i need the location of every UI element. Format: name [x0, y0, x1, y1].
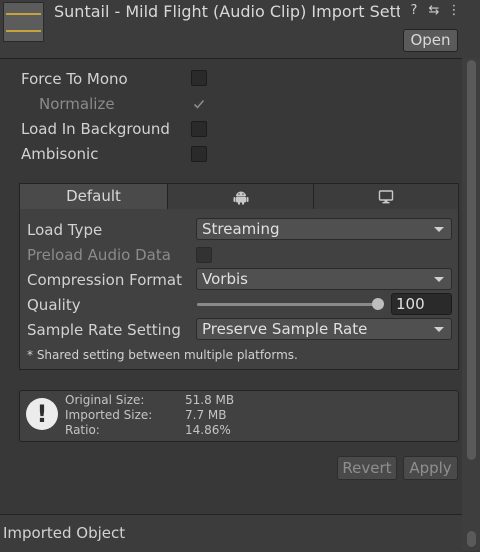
tab-android[interactable]: [167, 184, 313, 209]
ratio-label: Ratio:: [65, 423, 100, 437]
load-type-dropdown[interactable]: Streaming: [196, 218, 452, 240]
quality-slider-fill: [197, 303, 381, 306]
revert-button[interactable]: Revert: [337, 456, 397, 480]
audio-clip-thumbnail: [3, 2, 44, 42]
platform-tabs: Default: [19, 183, 459, 210]
imported-object-label: Imported Object: [3, 524, 126, 542]
sample-rate-setting-value: Preserve Sample Rate: [202, 320, 368, 338]
scrollbar-thumb[interactable]: [467, 60, 476, 460]
ambisonic-label: Ambisonic: [21, 145, 99, 163]
compression-format-label: Compression Format: [27, 271, 182, 289]
open-button[interactable]: Open: [403, 29, 458, 52]
inspector-title: Suntail - Mild Flight (Audio Clip) Impor…: [54, 2, 400, 21]
sample-rate-setting-label: Sample Rate Setting: [27, 321, 181, 339]
more-options-icon[interactable]: ⋮: [446, 2, 462, 20]
quality-label: Quality: [27, 296, 81, 314]
force-to-mono-checkbox[interactable]: [191, 70, 207, 86]
checkmark-icon: [193, 99, 205, 109]
sample-rate-setting-dropdown[interactable]: Preserve Sample Rate: [196, 318, 452, 340]
chevron-down-icon: [434, 227, 444, 232]
quality-input[interactable]: 100: [391, 293, 452, 315]
preload-audio-data-label: Preload Audio Data: [27, 246, 171, 264]
load-type-label: Load Type: [27, 221, 103, 239]
tab-standalone[interactable]: [313, 184, 458, 209]
chevron-down-icon: [434, 327, 444, 332]
compression-format-value: Vorbis: [202, 270, 248, 288]
normalize-checkbox[interactable]: [191, 96, 207, 112]
ambisonic-checkbox[interactable]: [191, 146, 207, 162]
tab-default[interactable]: Default: [20, 184, 167, 209]
monitor-icon: [378, 190, 394, 204]
waveform-line: [6, 30, 41, 32]
normalize-label: Normalize: [39, 95, 115, 113]
info-warning-icon: !: [26, 398, 58, 430]
apply-button[interactable]: Apply: [403, 456, 458, 480]
help-icon[interactable]: ?: [406, 2, 422, 20]
scrollbar-thumb-lower[interactable]: [467, 531, 476, 547]
load-in-background-checkbox[interactable]: [191, 121, 207, 137]
compression-format-dropdown[interactable]: Vorbis: [196, 268, 452, 290]
ratio-value: 14.86%: [185, 423, 231, 437]
shared-setting-note: * Shared setting between multiple platfo…: [27, 348, 298, 362]
quality-slider-handle[interactable]: [372, 298, 384, 310]
original-size-label: Original Size:: [65, 393, 145, 407]
android-icon: [233, 191, 248, 205]
preload-audio-data-checkbox[interactable]: [196, 247, 212, 263]
waveform-line: [6, 13, 41, 15]
original-size-value: 51.8 MB: [185, 393, 235, 407]
chevron-down-icon: [434, 277, 444, 282]
imported-size-label: Imported Size:: [65, 408, 153, 422]
preset-settings-icon[interactable]: ⇆: [426, 2, 442, 20]
quality-slider[interactable]: [197, 303, 381, 306]
force-to-mono-label: Force To Mono: [21, 70, 128, 88]
load-in-background-label: Load In Background: [21, 120, 170, 138]
imported-size-value: 7.7 MB: [185, 408, 227, 422]
load-type-value: Streaming: [202, 220, 280, 238]
